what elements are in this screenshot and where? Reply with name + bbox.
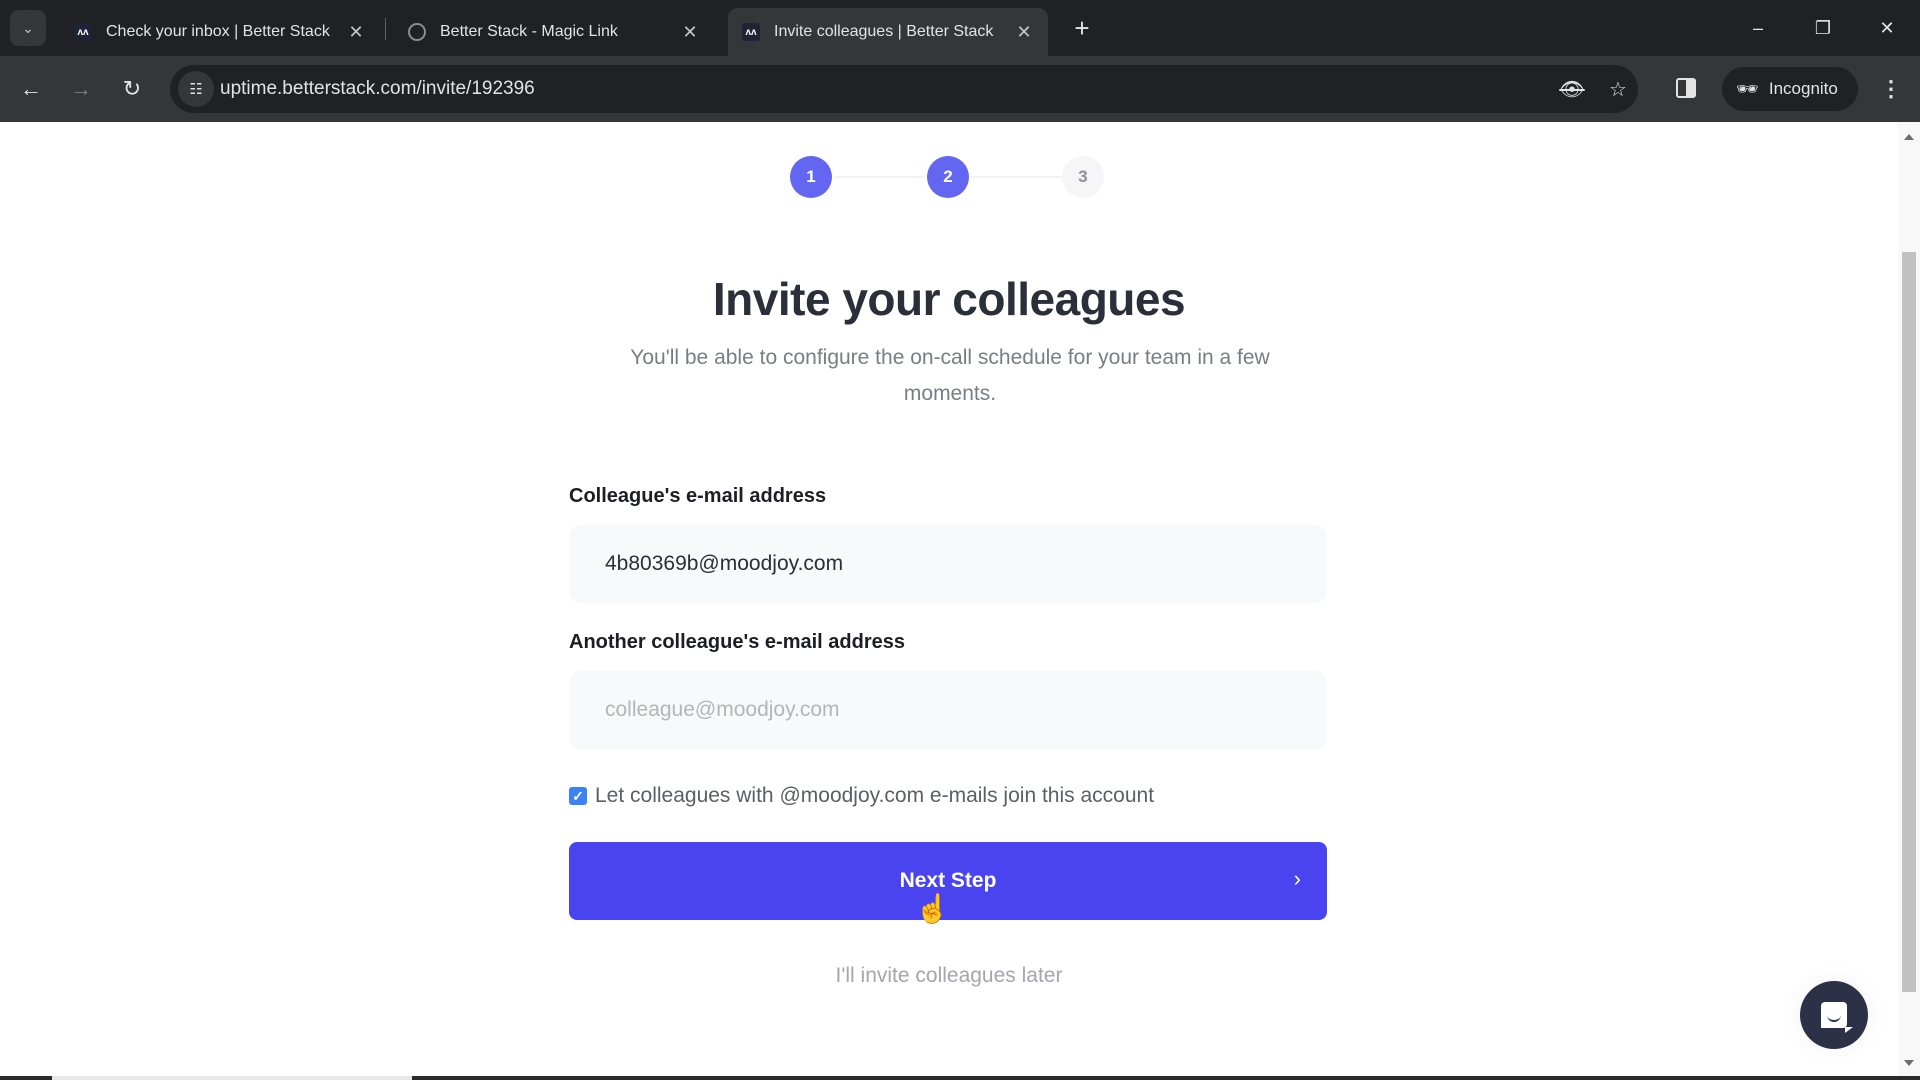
allow-domain-join-row: ✓ Let colleagues with @moodjoy.com e-mai… xyxy=(569,784,1154,808)
more-vert-icon: ⋮ xyxy=(1880,76,1902,101)
minimize-icon: – xyxy=(1752,17,1763,38)
betterstack-logo-icon: ʌʌ xyxy=(742,23,760,41)
tracking-protection-button[interactable]: 👁 xyxy=(1558,75,1586,103)
taskbar-highlight xyxy=(52,1076,412,1080)
incognito-icon: 🕶 xyxy=(1736,78,1759,99)
tab-magic-link[interactable]: Better Stack - Magic Link ✕ xyxy=(394,8,714,56)
new-tab-button[interactable]: + xyxy=(1066,12,1098,44)
url-text[interactable]: uptime.betterstack.com/invite/192396 xyxy=(220,78,535,100)
step-2: 2 xyxy=(927,156,969,198)
scroll-down-arrow-icon[interactable] xyxy=(1904,1060,1914,1066)
tab-title: Better Stack - Magic Link xyxy=(440,23,618,40)
colleague-email-input[interactable] xyxy=(569,525,1327,603)
close-icon[interactable]: ✕ xyxy=(680,22,700,43)
betterstack-logo-icon: ʌʌ xyxy=(74,23,92,41)
incognito-indicator[interactable]: 🕶 Incognito xyxy=(1722,67,1858,111)
scrollbar-thumb[interactable] xyxy=(1902,252,1916,992)
back-button[interactable]: ← xyxy=(13,71,49,107)
restore-button[interactable]: ❐ xyxy=(1800,10,1846,46)
scroll-up-arrow-icon[interactable] xyxy=(1904,134,1914,140)
chat-icon xyxy=(1821,1002,1853,1033)
globe-icon xyxy=(408,23,426,41)
browser-menu-button[interactable]: ⋮ xyxy=(1876,73,1906,105)
page-title: Invite your colleagues xyxy=(712,273,1186,325)
close-icon[interactable]: ✕ xyxy=(346,22,366,43)
tune-icon: ☷ xyxy=(189,81,203,98)
another-colleague-email-input[interactable] xyxy=(569,671,1327,749)
incognito-label: Incognito xyxy=(1768,79,1838,98)
page-subtitle: You'll be able to configure the on-call … xyxy=(630,346,1270,405)
allow-domain-join-label[interactable]: Let colleagues with @moodjoy.com e-mails… xyxy=(595,784,1154,808)
tab-title: Invite colleagues | Better Stack xyxy=(774,23,994,40)
close-window-button[interactable]: ✕ xyxy=(1864,10,1910,46)
browser-toolbar: ← → ↻ ☷ uptime.betterstack.com/invite/19… xyxy=(0,56,1920,122)
another-colleague-email-label: Another colleague's e-mail address xyxy=(569,631,905,653)
minimize-button[interactable]: – xyxy=(1735,10,1781,46)
address-bar[interactable]: ☷ uptime.betterstack.com/invite/192396 👁… xyxy=(170,65,1638,113)
close-icon: ✕ xyxy=(1879,17,1895,38)
next-step-label: Next Step xyxy=(899,869,997,892)
tab-check-inbox[interactable]: ʌʌ Check your inbox | Better Stack ✕ xyxy=(60,8,380,56)
site-info-button[interactable]: ☷ xyxy=(178,71,214,107)
bookmark-button[interactable]: ☆ xyxy=(1604,75,1632,103)
step-3: 3 xyxy=(1062,156,1104,198)
invite-later-link[interactable]: I'll invite colleagues later xyxy=(0,964,1898,988)
reload-icon: ↻ xyxy=(122,76,142,101)
tab-search-button[interactable]: ⌄ xyxy=(10,10,46,46)
reload-button[interactable]: ↻ xyxy=(114,71,150,107)
tab-invite-colleagues[interactable]: ʌʌ Invite colleagues | Better Stack ✕ xyxy=(728,8,1048,56)
star-icon: ☆ xyxy=(1609,78,1627,101)
close-icon[interactable]: ✕ xyxy=(1014,22,1034,43)
step-indicator: 1 2 3 xyxy=(790,156,1110,198)
restore-icon: ❐ xyxy=(1814,17,1832,38)
support-chat-button[interactable] xyxy=(1800,981,1868,1049)
colleague-email-label: Colleague's e-mail address xyxy=(569,485,827,507)
tab-separator xyxy=(385,18,386,40)
browser-tab-bar: ⌄ ʌʌ Check your inbox | Better Stack ✕ B… xyxy=(0,0,1920,56)
step-connector xyxy=(970,176,1062,178)
taskbar-edge xyxy=(0,1076,1920,1080)
eye-off-icon: 👁 xyxy=(1559,78,1585,101)
arrow-right-icon: → xyxy=(70,76,92,101)
tab-title: Check your inbox | Better Stack xyxy=(106,23,330,40)
hand-pointer-cursor-icon: ☝ xyxy=(915,893,950,924)
chevron-right-icon: › xyxy=(1293,866,1301,891)
page-scrollbar[interactable] xyxy=(1898,122,1920,1076)
arrow-left-icon: ← xyxy=(20,76,42,101)
step-1: 1 xyxy=(790,156,832,198)
chevron-down-icon: ⌄ xyxy=(22,19,34,36)
plus-icon: + xyxy=(1074,12,1090,43)
forward-button[interactable]: → xyxy=(63,71,99,107)
allow-domain-join-checkbox[interactable]: ✓ xyxy=(569,787,587,805)
side-panel-button[interactable] xyxy=(1676,78,1696,98)
step-connector xyxy=(834,176,924,178)
